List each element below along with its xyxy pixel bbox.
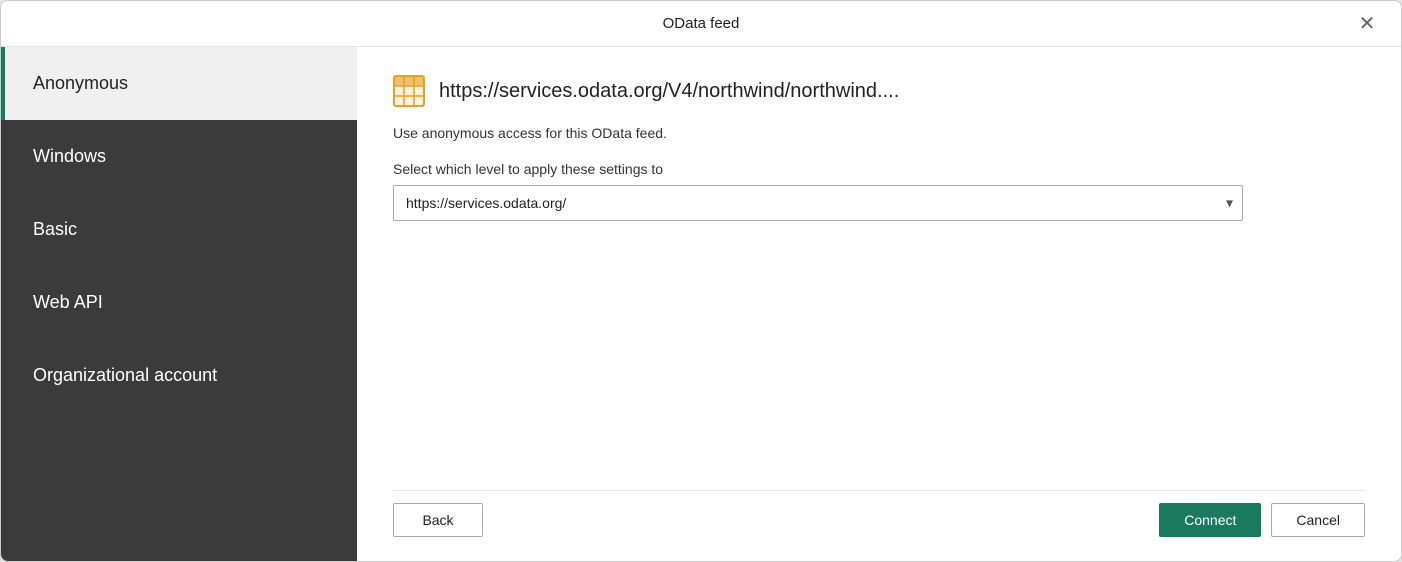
sidebar-item-web-api-label: Web API (33, 292, 103, 312)
feed-url-row: https://services.odata.org/V4/northwind/… (393, 75, 1365, 107)
spacer (393, 221, 1365, 482)
sidebar-item-org-account[interactable]: Organizational account (1, 339, 357, 412)
sidebar-item-org-account-label: Organizational account (33, 365, 217, 385)
level-select[interactable]: https://services.odata.org/ https://serv… (393, 185, 1243, 221)
close-button[interactable]: ✕ (1351, 8, 1383, 40)
level-select-wrapper: https://services.odata.org/ https://serv… (393, 185, 1243, 221)
level-label: Select which level to apply these settin… (393, 161, 1365, 177)
sidebar-item-windows[interactable]: Windows (1, 120, 357, 193)
odata-feed-dialog: OData feed ✕ Anonymous Windows Basic Web… (0, 0, 1402, 562)
odata-table-icon (393, 75, 425, 107)
main-content: https://services.odata.org/V4/northwind/… (357, 47, 1401, 561)
dialog-title: OData feed (663, 15, 740, 32)
sidebar-item-anonymous-label: Anonymous (33, 73, 128, 93)
dialog-header: OData feed ✕ (1, 1, 1401, 47)
cancel-button[interactable]: Cancel (1271, 503, 1365, 537)
footer: Back Connect Cancel (393, 490, 1365, 537)
footer-left: Back (393, 503, 483, 537)
feed-url-text: https://services.odata.org/V4/northwind/… (439, 80, 899, 103)
back-button[interactable]: Back (393, 503, 483, 537)
sidebar-item-windows-label: Windows (33, 146, 106, 166)
sidebar-item-web-api[interactable]: Web API (1, 266, 357, 339)
connect-button[interactable]: Connect (1159, 503, 1261, 537)
sidebar: Anonymous Windows Basic Web API Organiza… (1, 47, 357, 561)
sidebar-item-anonymous[interactable]: Anonymous (1, 47, 357, 120)
sidebar-item-basic[interactable]: Basic (1, 193, 357, 266)
dialog-body: Anonymous Windows Basic Web API Organiza… (1, 47, 1401, 561)
description-text: Use anonymous access for this OData feed… (393, 125, 1365, 141)
sidebar-item-basic-label: Basic (33, 219, 77, 239)
footer-right: Connect Cancel (1159, 503, 1365, 537)
